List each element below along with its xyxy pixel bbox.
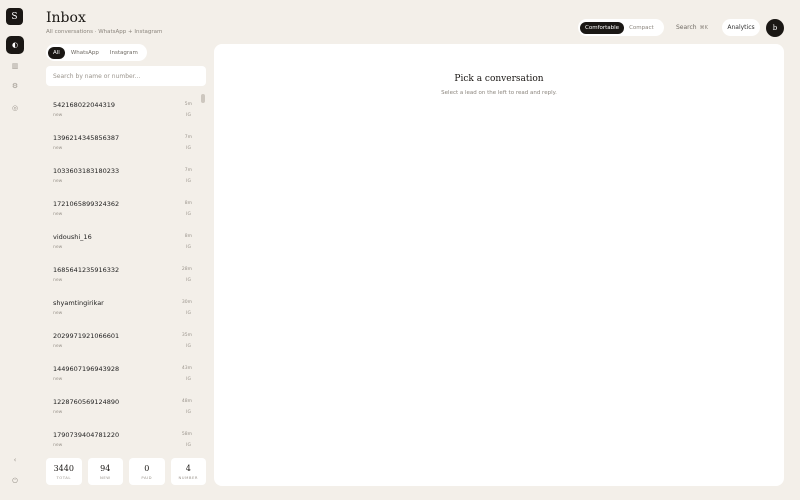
avatar[interactable]: b	[766, 19, 784, 37]
conversation-status: new	[53, 410, 63, 415]
channel-instagram[interactable]: Instagram	[105, 47, 143, 59]
conversation-name: 1685641235916332	[53, 266, 120, 274]
conversation-row[interactable]: 2029971921066601 new 35m IG	[46, 323, 199, 356]
conversation-name: vidoushi_16	[53, 233, 92, 241]
search-label: Search	[676, 24, 697, 31]
conversation-row[interactable]: 1685641235916332 new 28m IG	[46, 257, 199, 290]
stat-value: 4	[185, 463, 191, 473]
conversation-time: 5m	[184, 102, 192, 107]
channel-filter: All WhatsApp Instagram	[46, 44, 147, 61]
conversation-name: 1449607196943928	[53, 365, 120, 373]
conversation-name: 542168022044319	[53, 101, 116, 109]
page-subtitle: All conversations · WhatsApp + Instagram	[46, 29, 163, 35]
inbox-nav-icon[interactable]: ◐	[6, 36, 24, 54]
list-scrollbar[interactable]	[201, 92, 205, 450]
conversation-name: 1721065899324362	[53, 200, 120, 208]
conversation-row[interactable]: shyamtingirikar new 30m IG	[46, 290, 199, 323]
empty-state-title: Pick a conversation	[454, 74, 544, 84]
conversation-status: new	[53, 212, 63, 217]
conversation-time: 28m	[181, 267, 192, 272]
conversation-name: 1790739404781220	[53, 431, 120, 439]
scrollbar-thumb[interactable]	[201, 94, 205, 103]
conversation-status: new	[53, 443, 63, 448]
conversation-row[interactable]: 1228760569124890 new 48m IG	[46, 389, 199, 422]
collapse-icon[interactable]: ‹	[6, 451, 24, 469]
conversation-status: new	[53, 377, 63, 382]
stats-bar: 3440 TOTAL 94 NEW 0 PAID 4 NUMBER	[46, 458, 206, 485]
stat-new: 94 NEW	[87, 458, 123, 485]
stat-number: 4 NUMBER	[170, 458, 206, 485]
conversation-source: IG	[186, 344, 191, 349]
conversation-status: new	[53, 344, 63, 349]
stat-label: NEW	[100, 474, 111, 480]
stat-value: 3440	[53, 463, 74, 473]
conversation-row[interactable]: 1790739404781220 new 58m IG	[46, 422, 199, 450]
conversation-status: new	[53, 146, 63, 151]
conversation-status: new	[53, 113, 63, 118]
activity-nav-icon[interactable]: ◎	[6, 99, 24, 117]
conversation-status: new	[53, 278, 63, 283]
app-logo[interactable]: S	[6, 8, 23, 25]
logout-icon[interactable]: ⏻	[6, 472, 24, 490]
global-search-button[interactable]: Search ⌘K	[676, 24, 708, 31]
stat-label: TOTAL	[56, 474, 72, 480]
stat-total: 3440 TOTAL	[46, 458, 82, 485]
conversation-name: shyamtingirikar	[53, 299, 104, 307]
conversation-source: IG	[186, 179, 191, 184]
search-input[interactable]	[46, 66, 206, 86]
conversation-name: 1228760569124890	[53, 398, 120, 406]
conversation-source: IG	[186, 146, 191, 151]
conversation-row[interactable]: vidoushi_16new 8m IG	[46, 224, 199, 257]
conversation-source: IG	[186, 377, 191, 382]
conversation-name: 1396214345856387	[53, 134, 120, 142]
density-comfortable[interactable]: Comfortable	[580, 21, 625, 34]
conversation-time: 58m	[181, 432, 192, 437]
conversation-source: IG	[186, 278, 191, 283]
conversation-time: 8m	[184, 234, 192, 239]
conversation-source: IG	[186, 410, 191, 415]
conversation-name: 2029971921066601	[53, 332, 120, 340]
density-toggle: Comfortable Compact	[578, 19, 664, 36]
channel-all[interactable]: All	[48, 46, 65, 59]
conversation-status: new	[53, 179, 63, 184]
conversation-pane: Pick a conversation Select a lead on the…	[214, 44, 784, 486]
conversation-source: IG	[186, 311, 191, 316]
conversation-row[interactable]: 542168022044319 new 5m IG	[46, 92, 199, 125]
conversation-status: new	[53, 245, 63, 250]
density-compact[interactable]: Compact	[624, 22, 659, 34]
conversation-time: 43m	[181, 366, 192, 371]
conversation-row[interactable]: 1033603183180233 new 7m IG	[46, 158, 199, 191]
conversation-list: 542168022044319 new 5m IG 1396214345856387 ne…	[46, 92, 199, 450]
stat-paid: 0 PAID	[129, 458, 165, 485]
conversation-row[interactable]: 1721065899324362 new 8m IG	[46, 191, 199, 224]
conversation-source: IG	[186, 113, 191, 118]
leads-nav-icon[interactable]: ▥	[6, 57, 24, 75]
conversation-time: 7m	[184, 168, 192, 173]
conversation-source: IG	[186, 212, 191, 217]
search-shortcut: ⌘K	[699, 25, 708, 31]
stat-value: 94	[100, 463, 111, 473]
stat-label: NUMBER	[178, 474, 199, 480]
stat-value: 0	[144, 463, 150, 473]
conversation-time: 35m	[181, 333, 192, 338]
stat-label: PAID	[141, 474, 153, 480]
conversation-row[interactable]: 1396214345856387 new 7m IG	[46, 125, 199, 158]
conversation-time: 8m	[184, 201, 192, 206]
conversation-time: 30m	[181, 300, 192, 305]
conversation-name: 1033603183180233	[53, 167, 120, 175]
conversation-time: 7m	[184, 135, 192, 140]
left-rail: S ◐ ▥ ⚙ ◎ ‹ ⏻	[0, 0, 30, 500]
channel-whatsapp[interactable]: WhatsApp	[66, 47, 104, 59]
conversation-row[interactable]: 1449607196943928 new 43m IG	[46, 356, 199, 389]
analytics-button[interactable]: Analytics	[722, 19, 760, 36]
conversation-source: IG	[186, 245, 191, 250]
empty-state-subtitle: Select a lead on the left to read and re…	[441, 90, 557, 96]
conversation-time: 48m	[181, 399, 192, 404]
page-title: Inbox	[46, 10, 86, 26]
settings-nav-icon[interactable]: ⚙	[6, 77, 24, 95]
conversation-status: new	[53, 311, 63, 316]
conversation-source: IG	[186, 443, 191, 448]
